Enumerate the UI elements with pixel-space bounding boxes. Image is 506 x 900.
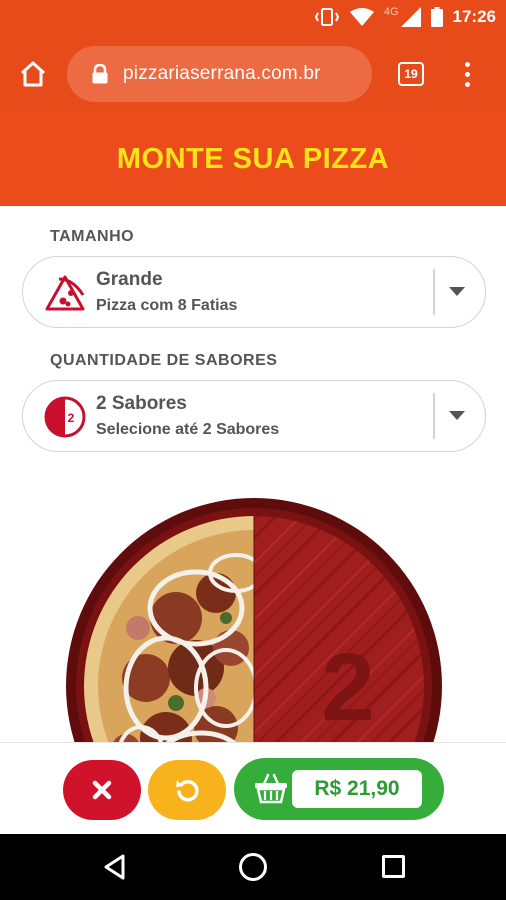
size-select[interactable]: Grande Pizza com 8 Fatias bbox=[22, 256, 486, 328]
battery-icon bbox=[430, 7, 443, 27]
home-nav-icon[interactable] bbox=[239, 853, 267, 881]
home-icon bbox=[20, 61, 46, 87]
vibrate-icon bbox=[314, 8, 339, 26]
select-divider bbox=[433, 393, 435, 439]
flavors-selected-title: 2 Sabores bbox=[96, 393, 187, 414]
menu-dot-icon bbox=[464, 71, 470, 77]
size-selected-subtitle: Pizza com 8 Fatias bbox=[96, 297, 238, 314]
flavors-selected-subtitle: Selecione até 2 Sabores bbox=[96, 421, 280, 438]
status-icons: 4G 17:26 bbox=[314, 0, 496, 34]
tabs-button[interactable]: 19 bbox=[398, 62, 424, 86]
browser-toolbar: pizzariaserrana.com.br 19 bbox=[0, 34, 506, 112]
lock-icon bbox=[92, 64, 108, 84]
chevron-down-icon bbox=[449, 411, 465, 420]
menu-dot-icon bbox=[464, 81, 470, 87]
select-divider bbox=[433, 269, 435, 315]
close-icon bbox=[92, 780, 112, 800]
pizza-slice-icon bbox=[45, 275, 85, 311]
recents-icon[interactable] bbox=[382, 855, 405, 878]
home-button[interactable] bbox=[14, 56, 52, 92]
size-section-label: TAMANHO bbox=[50, 228, 135, 245]
overflow-menu-button[interactable] bbox=[455, 56, 479, 92]
address-bar[interactable]: pizzariaserrana.com.br bbox=[67, 46, 372, 102]
cart-price: R$ 21,90 bbox=[292, 770, 422, 808]
action-bar: R$ 21,90 bbox=[0, 742, 506, 834]
screen: 4G 17:26 pizzariaserrana.com.br 19 MONTE… bbox=[0, 0, 506, 900]
network-type: 4G bbox=[383, 6, 399, 18]
url-text: pizzariaserrana.com.br bbox=[123, 63, 321, 84]
cancel-button[interactable] bbox=[63, 760, 141, 820]
back-icon[interactable] bbox=[103, 854, 127, 880]
chevron-down-icon bbox=[449, 287, 465, 296]
reset-button[interactable] bbox=[148, 760, 226, 820]
system-nav-bar bbox=[0, 834, 506, 900]
status-time: 17:26 bbox=[452, 7, 496, 26]
signal-icon bbox=[400, 7, 421, 27]
page-title: MONTE SUA PIZZA bbox=[116, 142, 390, 175]
flavors-select[interactable]: 2 2 Sabores Selecione até 2 Sabores bbox=[22, 380, 486, 452]
add-to-cart-button[interactable]: R$ 21,90 bbox=[234, 758, 444, 820]
wifi-icon bbox=[349, 8, 374, 26]
half-pizza-icon: 2 bbox=[44, 396, 86, 438]
size-selected-title: Grande bbox=[96, 269, 163, 290]
page-header: MONTE SUA PIZZA bbox=[0, 112, 506, 206]
flavors-section-label: QUANTIDADE DE SABORES bbox=[50, 352, 278, 369]
status-bar: 4G 17:26 bbox=[0, 0, 506, 34]
menu-dot-icon bbox=[464, 61, 470, 67]
reset-icon bbox=[176, 780, 199, 802]
empty-slot-number: 2 bbox=[321, 634, 374, 741]
flavor-count-badge: 2 bbox=[68, 411, 75, 425]
basket-icon bbox=[255, 773, 287, 804]
